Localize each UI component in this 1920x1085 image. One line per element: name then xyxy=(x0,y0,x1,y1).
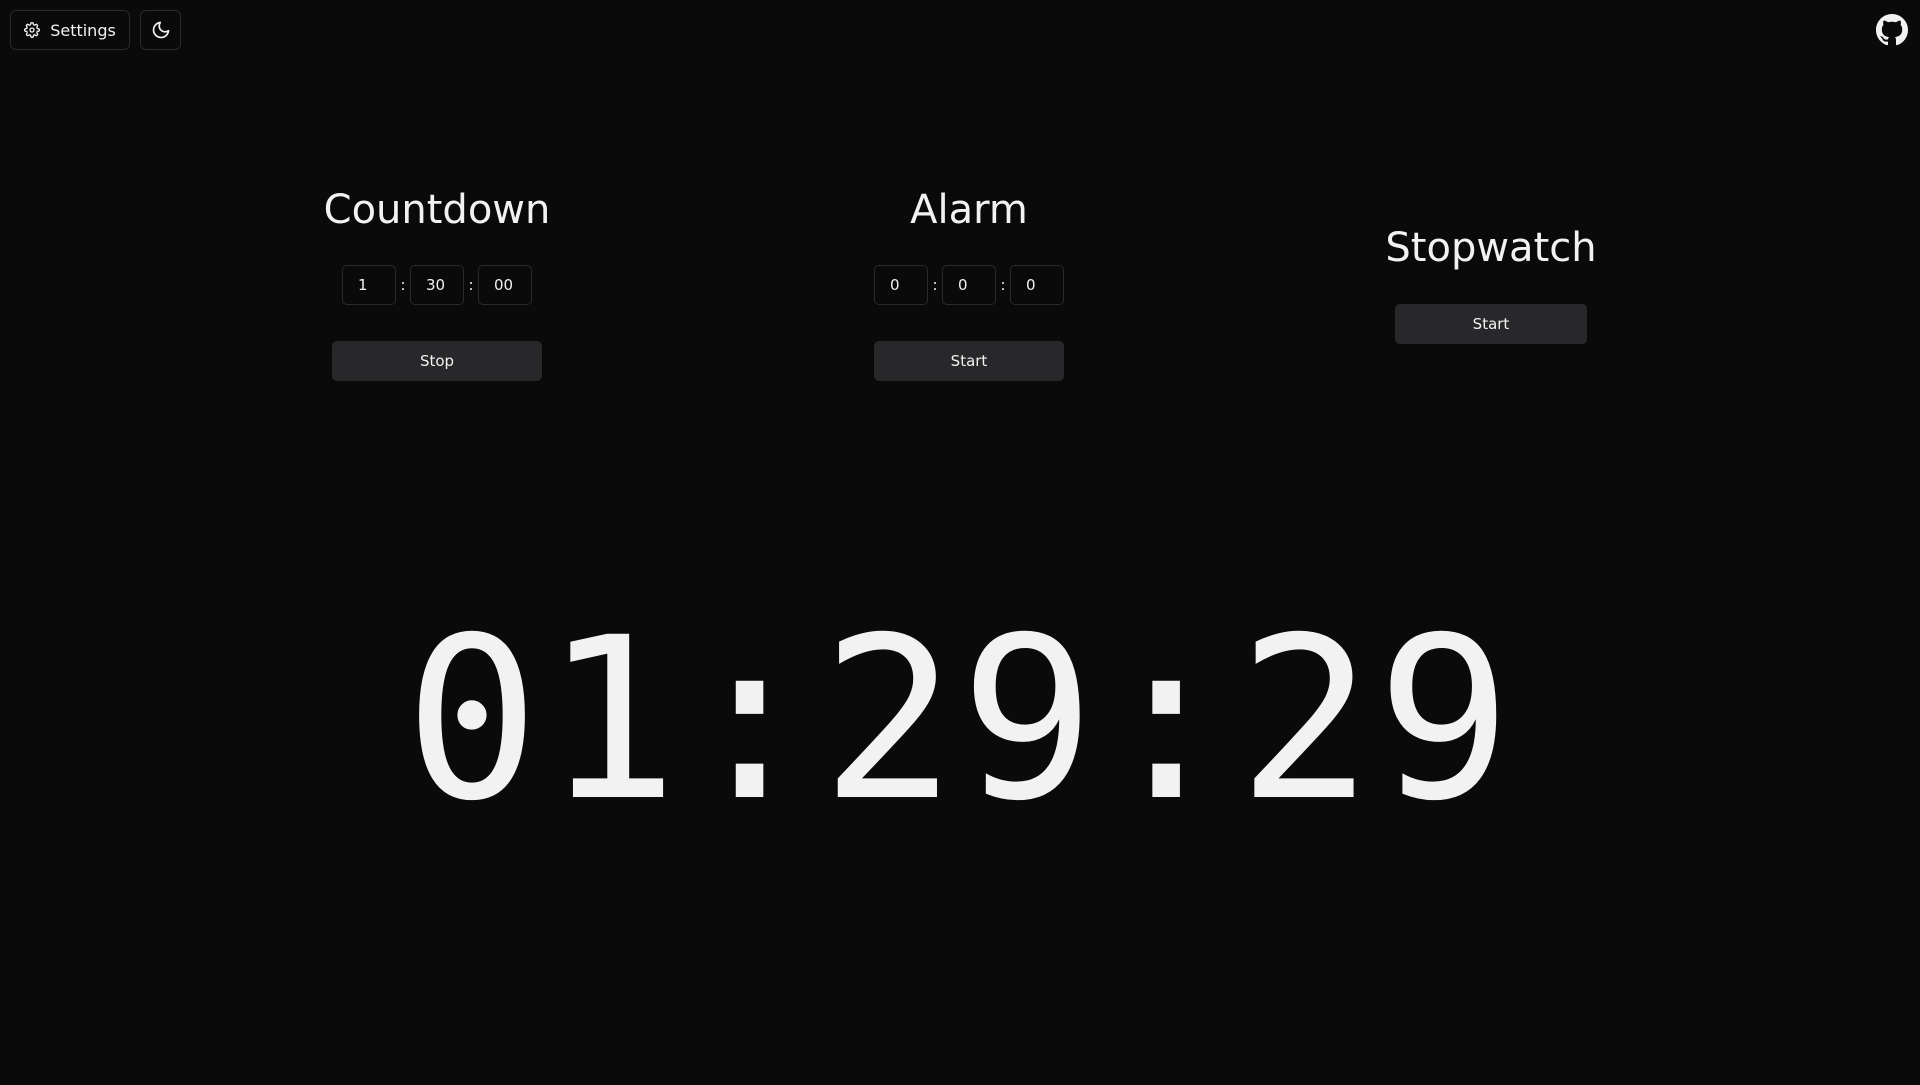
time-separator: : xyxy=(932,276,938,294)
alarm-hours-input[interactable] xyxy=(874,265,928,305)
alarm-panel: Alarm : : Start xyxy=(874,190,1064,381)
time-separator: : xyxy=(400,276,406,294)
time-separator: : xyxy=(468,276,474,294)
settings-button[interactable]: Settings xyxy=(10,10,130,50)
alarm-start-button[interactable]: Start xyxy=(874,341,1064,381)
countdown-title: Countdown xyxy=(323,187,551,233)
stopwatch-title: Stopwatch xyxy=(1385,225,1597,271)
top-bar: Settings xyxy=(0,0,1920,60)
gear-icon xyxy=(24,22,41,38)
countdown-panel: Countdown : : Stop xyxy=(324,190,550,381)
countdown-seconds-input[interactable] xyxy=(478,265,532,305)
moon-icon xyxy=(151,20,171,40)
alarm-minutes-input[interactable] xyxy=(942,265,996,305)
theme-toggle-button[interactable] xyxy=(140,10,181,50)
countdown-hours-input[interactable] xyxy=(342,265,396,305)
stopwatch-panel: Stopwatch Start xyxy=(1385,228,1597,344)
stopwatch-start-button[interactable]: Start xyxy=(1395,304,1587,344)
alarm-seconds-input[interactable] xyxy=(1010,265,1064,305)
alarm-title: Alarm xyxy=(910,187,1028,233)
github-icon[interactable] xyxy=(1876,14,1908,46)
countdown-stop-button[interactable]: Stop xyxy=(332,341,542,381)
countdown-inputs: : : xyxy=(342,265,532,305)
time-display: 01:29:29 xyxy=(404,589,1516,850)
time-separator: : xyxy=(1000,276,1006,294)
alarm-inputs: : : xyxy=(874,265,1064,305)
settings-label: Settings xyxy=(50,20,116,40)
countdown-minutes-input[interactable] xyxy=(410,265,464,305)
